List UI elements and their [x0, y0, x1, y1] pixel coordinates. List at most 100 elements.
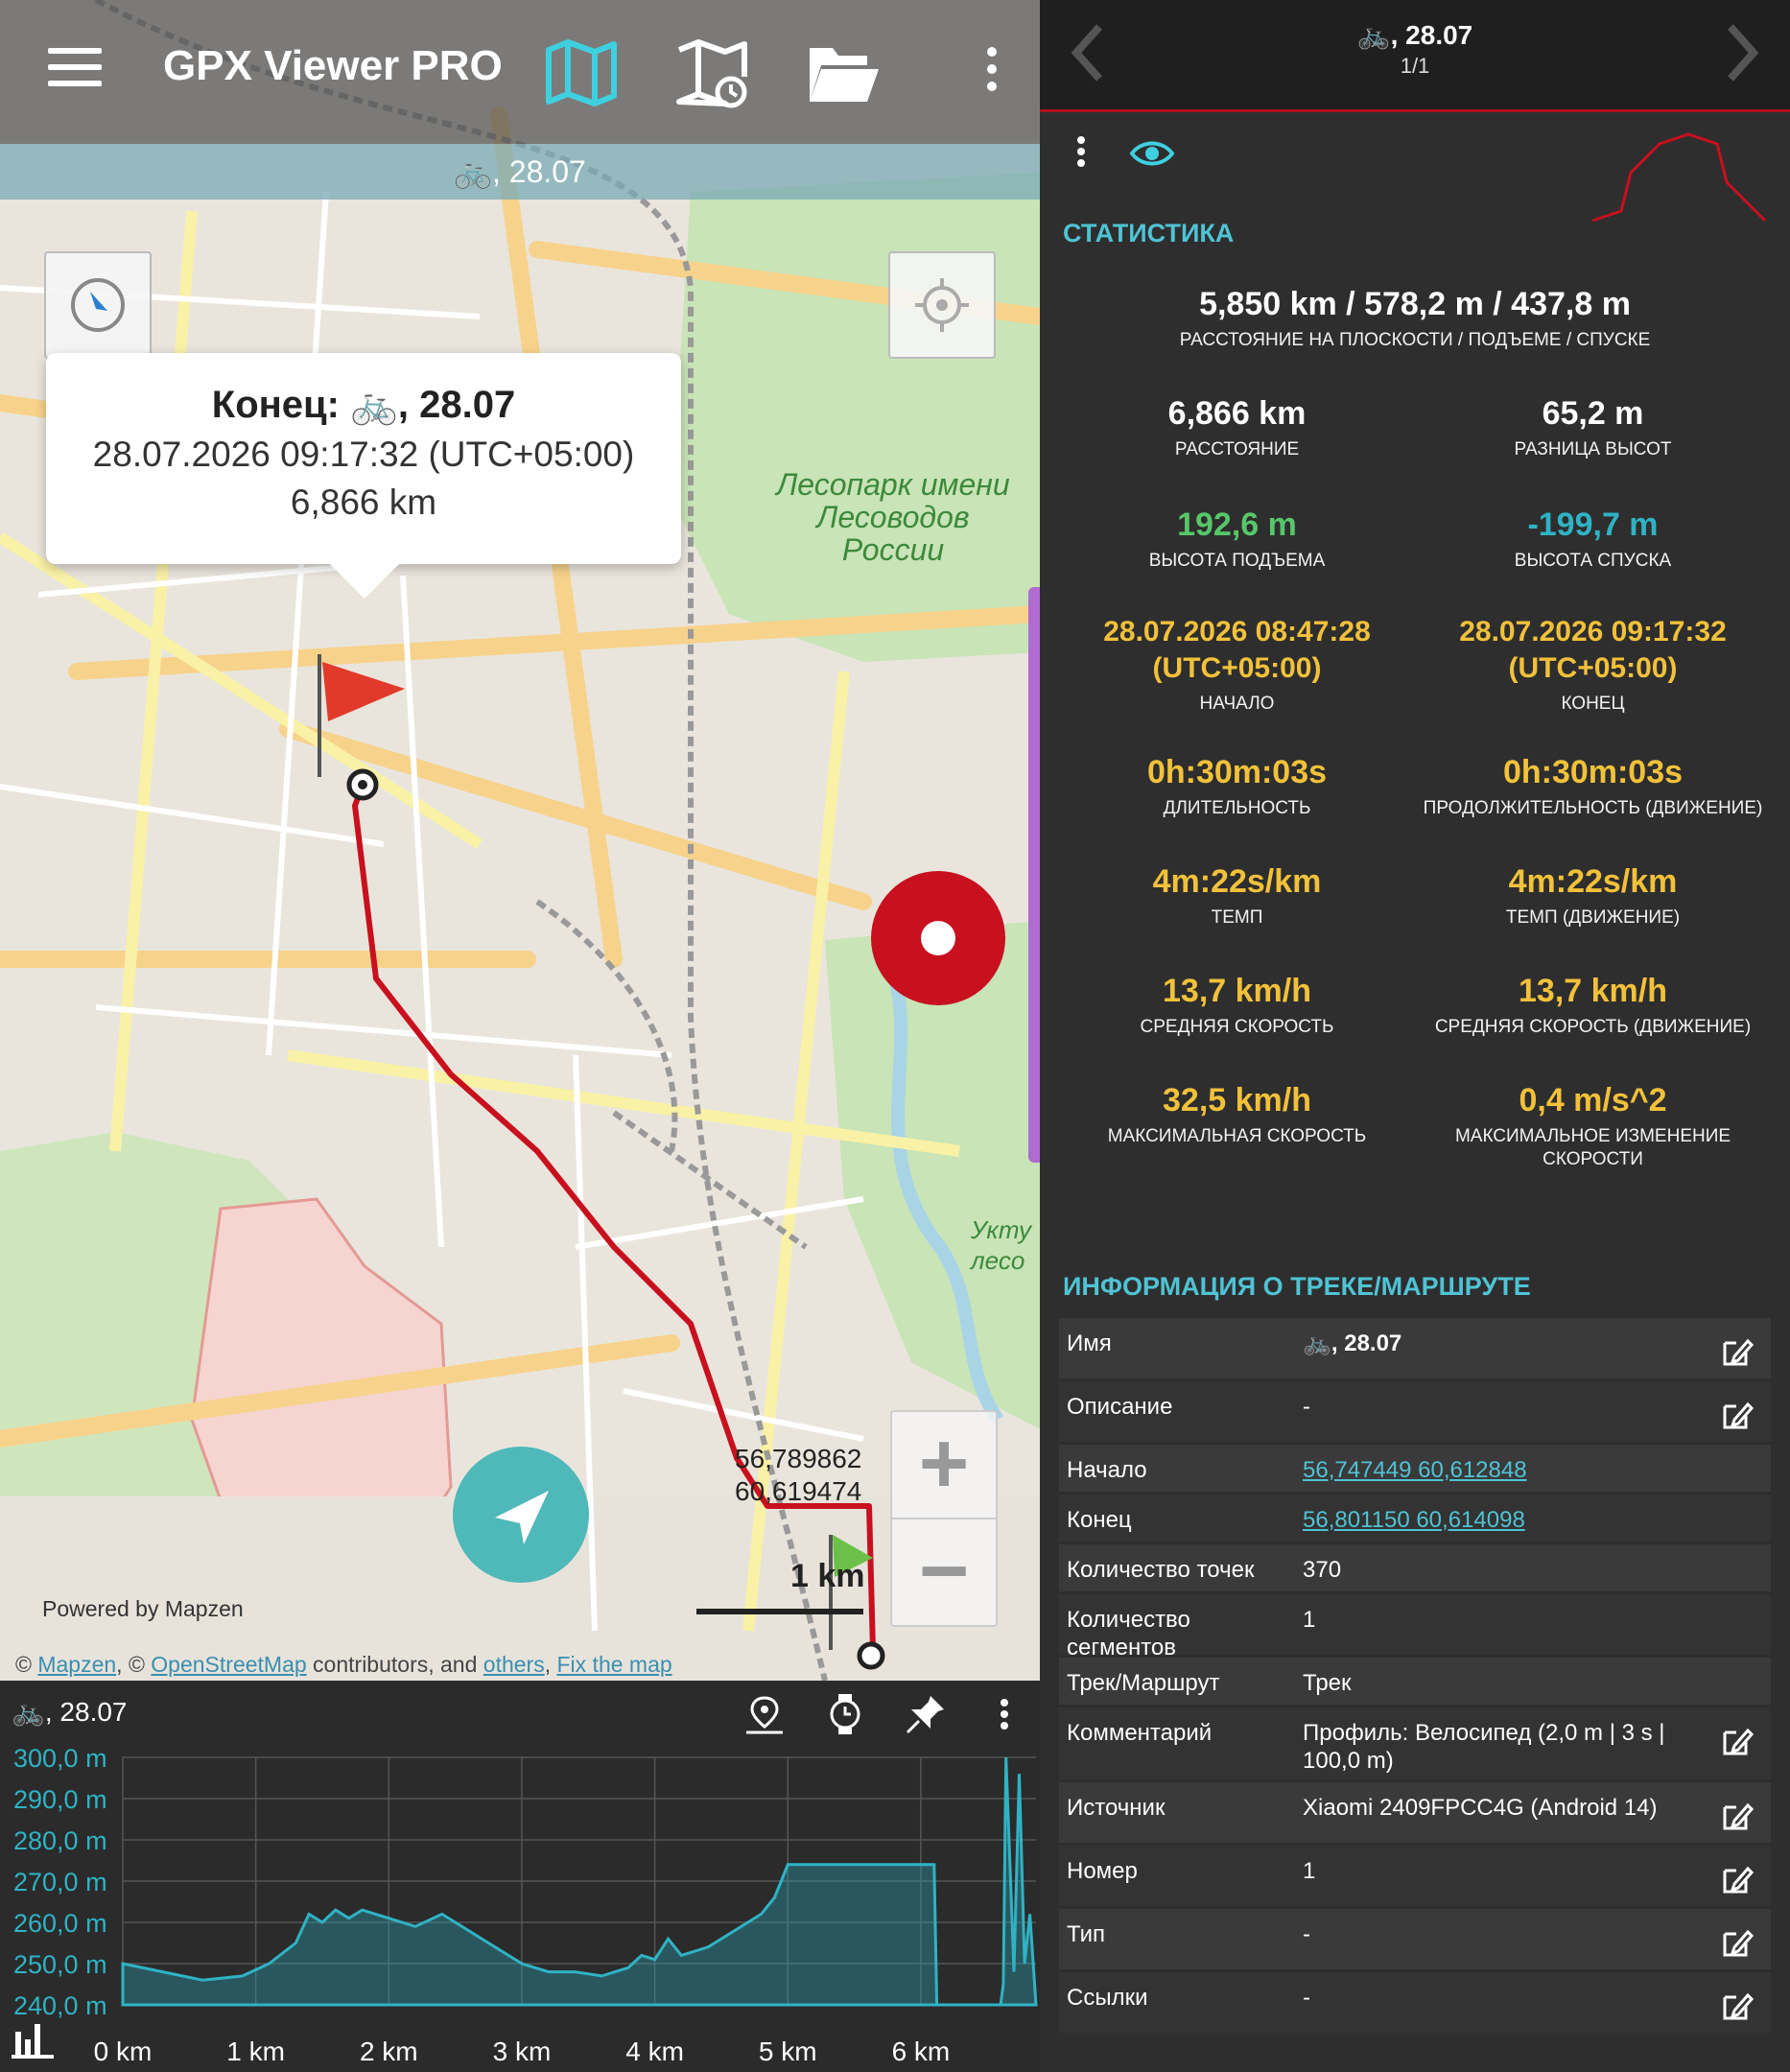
info-value: Профиль: Велосипед (2,0 m | 3 s | 100,0 … — [1303, 1720, 1665, 1774]
zoom-in-button[interactable]: + — [892, 1412, 996, 1518]
scale-label: 1 km — [790, 1558, 865, 1594]
x-tick-label: 1 km — [226, 2037, 285, 2066]
stat-value: 0,4 m/s^2 — [1519, 1082, 1667, 1118]
edit-icon[interactable] — [1721, 1990, 1754, 2022]
chart-stats-icon[interactable] — [12, 2024, 54, 2059]
end-point-popup[interactable]: Конец: 🚲, 28.07 28.07.2026 09:17:32 (UTC… — [46, 353, 681, 599]
info-value: 1 — [1303, 1858, 1316, 1884]
navigate-button[interactable] — [453, 1447, 589, 1583]
stat-item: 4m:22s/km ТЕМП (ДВИЖЕНИЕ) — [1415, 863, 1771, 930]
stat-value: 65,2 m — [1542, 395, 1644, 432]
mapzen-link[interactable]: Mapzen — [37, 1652, 116, 1677]
popup-distance: 6,866 km — [290, 483, 437, 522]
edit-icon[interactable] — [1721, 1863, 1754, 1895]
stat-label: ВЫСОТА ПОДЪЕМА — [1148, 551, 1326, 571]
info-row[interactable]: Конец 56,801150 60,614098 — [1059, 1495, 1771, 1542]
edit-icon[interactable] — [1721, 1335, 1754, 1368]
stat-label: КОНЕЦ — [1561, 694, 1625, 714]
y-tick-label: 290,0 m — [13, 1785, 107, 1814]
map-view[interactable]: Лесопарк имени Лесоводов России Укту лес… — [0, 0, 1040, 1681]
stat-item: -199,7 m ВЫСОТА СПУСКА — [1415, 506, 1771, 573]
stat-label: СРЕДНЯЯ СКОРОСТЬ (ДВИЖЕНИЕ) — [1434, 1017, 1752, 1037]
offline-map-icon[interactable] — [673, 35, 750, 111]
compass-button[interactable] — [44, 251, 152, 359]
side-drawer-handle[interactable] — [1028, 587, 1040, 1163]
my-location-button[interactable] — [888, 251, 996, 359]
info-row[interactable]: Начало 56,747449 60,612848 — [1059, 1445, 1771, 1492]
coordinate-link[interactable]: 56,801150 60,614098 — [1303, 1507, 1525, 1533]
info-row[interactable]: Источник Xiaomi 2409FPCC4G (Android 14) — [1059, 1782, 1771, 1843]
info-row: Количество точек 370 — [1059, 1544, 1771, 1591]
stat-value: 28.07.2026 08:47:28 (UTC+05:00) — [1103, 616, 1371, 684]
info-value-link[interactable]: 56,747449 60,612848 — [1303, 1456, 1686, 1484]
visibility-eye-icon[interactable] — [1128, 134, 1176, 173]
attrib-text: contributors, and — [306, 1652, 483, 1677]
record-button[interactable] — [871, 871, 1005, 1005]
latitude-text: 56,789862 — [735, 1444, 862, 1473]
info-key: Описание — [1067, 1394, 1173, 1420]
stat-label: МАКСИМАЛЬНОЕ ИЗМЕНЕНИЕ СКОРОСТИ — [1454, 1126, 1731, 1169]
map-layers-icon[interactable] — [543, 35, 620, 111]
info-key: Тип — [1067, 1921, 1106, 1947]
info-value-link[interactable]: 56,801150 60,614098 — [1303, 1506, 1686, 1534]
info-row[interactable]: Комментарий Профиль: Велосипед (2,0 m | 3… — [1059, 1707, 1771, 1779]
stat-label: НАЧАЛО — [1199, 694, 1275, 714]
info-key: Начало — [1067, 1457, 1147, 1483]
info-key: Номер — [1067, 1858, 1138, 1884]
stat-value: -199,7 m — [1527, 506, 1659, 543]
info-key: Имя — [1067, 1330, 1112, 1356]
stat-summary: 5,850 km / 578,2 m / 437,8 m РАССТОЯНИЕ … — [1059, 286, 1771, 352]
y-tick-label: 300,0 m — [13, 1746, 107, 1773]
info-row[interactable]: Тип - — [1059, 1909, 1771, 1969]
app-title: GPX Viewer PRO — [163, 42, 503, 89]
fix-map-link[interactable]: Fix the map — [557, 1652, 672, 1677]
stat-item: 0,4 m/s^2 МАКСИМАЛЬНОЕ ИЗМЕНЕНИЕ СКОРОСТИ — [1415, 1082, 1771, 1171]
chart-track-title: 🚲, 28.07 — [12, 1697, 128, 1727]
folder-open-icon[interactable] — [804, 35, 881, 111]
info-key: Количество точек — [1067, 1557, 1255, 1583]
overflow-menu-icon[interactable] — [954, 35, 1030, 111]
attrib-text: , — [544, 1652, 557, 1677]
pin-icon[interactable] — [902, 1690, 950, 1738]
stat-label: РАССТОЯНИЕ НА ПЛОСКОСТИ / ПОДЪЕМЕ / СПУС… — [1179, 330, 1651, 350]
park-label-line: Лесоводов — [816, 500, 970, 534]
info-row[interactable]: Ссылки - — [1059, 1972, 1771, 2033]
coordinate-link[interactable]: 56,747449 60,612848 — [1303, 1457, 1527, 1483]
stat-label: РАЗНИЦА ВЫСОТ — [1514, 439, 1672, 459]
stat-value: 4m:22s/km — [1508, 863, 1678, 900]
stat-value: 0h:30m:03s — [1502, 754, 1684, 790]
info-row[interactable]: Имя 🚲, 28.07 — [1059, 1318, 1771, 1378]
current-track-bar[interactable]: 🚲, 28.07 — [0, 144, 1040, 200]
edit-icon[interactable] — [1721, 1800, 1754, 1832]
stat-label: МАКСИМАЛЬНАЯ СКОРОСТЬ — [1107, 1126, 1367, 1146]
zoom-out-button[interactable]: − — [892, 1518, 996, 1625]
info-value: 370 — [1303, 1557, 1342, 1583]
elevation-chart[interactable]: 300,0 m 290,0 m 280,0 m 270,0 m 260,0 m 250,0… — [0, 1746, 1040, 2072]
panel-overflow-menu-icon[interactable] — [1067, 132, 1095, 175]
edit-icon[interactable] — [1721, 1926, 1754, 1959]
track-shape-thumbnail — [1591, 132, 1767, 223]
record-icon — [921, 921, 955, 955]
park-label: Лесопарк имени Лесоводов России — [764, 468, 1023, 566]
stat-label: ВЫСОТА СПУСКА — [1514, 551, 1672, 571]
edit-icon[interactable] — [1721, 1399, 1754, 1431]
others-link[interactable]: others — [483, 1652, 545, 1677]
info-row[interactable]: Описание - — [1059, 1381, 1771, 1442]
park-label-line: Укту — [971, 1215, 1031, 1244]
info-row[interactable]: Номер 1 — [1059, 1846, 1771, 1906]
attrib-text: © — [15, 1652, 38, 1677]
waypoint-icon[interactable] — [741, 1690, 789, 1738]
x-tick-label: 3 km — [493, 2037, 552, 2066]
crosshair-icon — [915, 278, 969, 332]
track-name-header: 🚲, 28.07 — [1356, 20, 1473, 50]
stat-value: 13,7 km/h — [1519, 973, 1667, 1009]
stat-item: 192,6 m ВЫСОТА ПОДЪЕМА — [1059, 506, 1415, 573]
chart-overflow-menu-icon[interactable] — [980, 1690, 1028, 1738]
edit-icon[interactable] — [1721, 1725, 1754, 1757]
watch-icon[interactable] — [821, 1690, 869, 1738]
osm-link[interactable]: OpenStreetMap — [151, 1652, 306, 1677]
stat-value: 4m:22s/km — [1152, 863, 1322, 900]
info-value: - — [1303, 1921, 1310, 1947]
hamburger-menu-icon[interactable] — [48, 48, 102, 86]
stat-value: 6,866 km — [1167, 395, 1307, 432]
